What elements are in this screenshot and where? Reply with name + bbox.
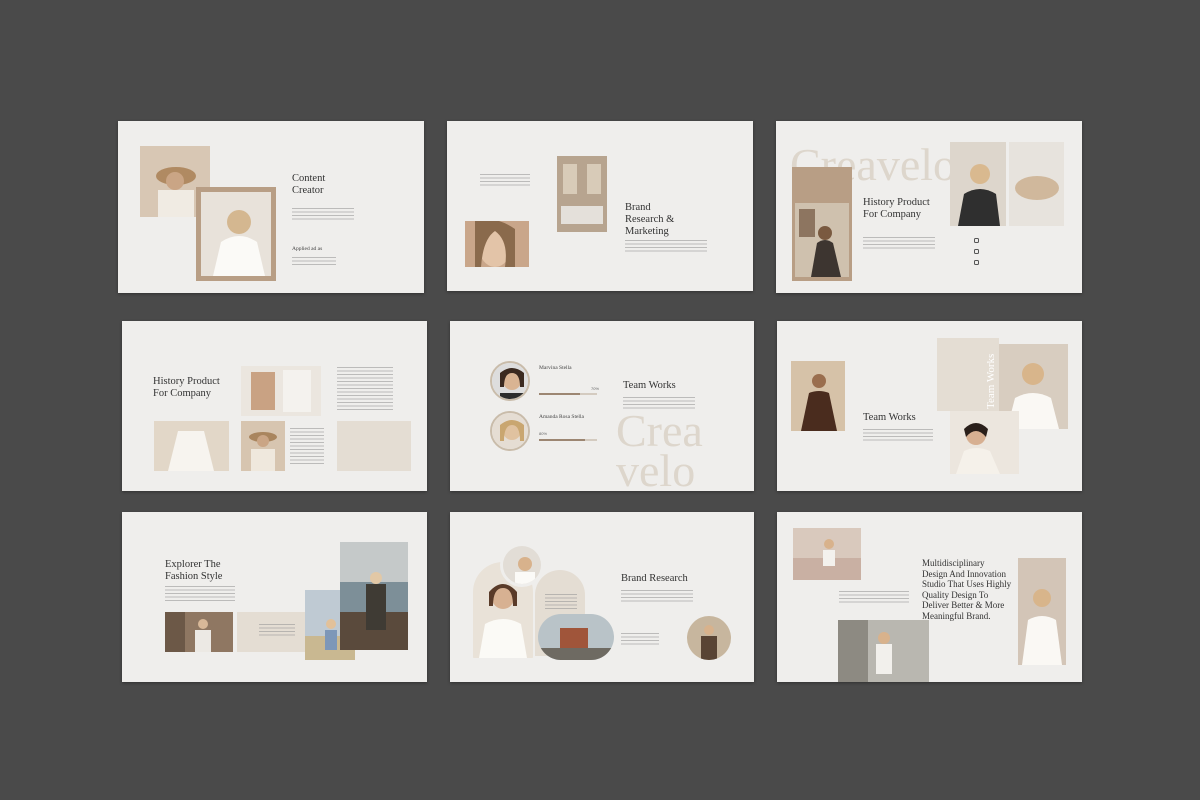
photo-street-woman: [165, 612, 233, 652]
photo-woman-closeup: [465, 221, 529, 267]
avatar: [490, 361, 530, 401]
skill-bar: [539, 393, 597, 395]
contact-icon: [974, 238, 979, 243]
body-text: [839, 591, 909, 605]
slide-5-team-works[interactable]: Crea velo Marvina Stella 70% Amanda Rosa…: [450, 321, 754, 491]
slide-3-history-product[interactable]: Creavelo History Product For Company: [776, 121, 1082, 293]
photo-woman-lying: [1009, 142, 1064, 226]
member-name: Marvina Stella: [539, 365, 572, 371]
photo-interior-room: [557, 156, 607, 232]
body-text: [480, 174, 530, 188]
photo-outfit-flatlay: [241, 366, 321, 416]
slide-title: Team Works: [863, 412, 916, 423]
photo-woman-sitting: [795, 203, 849, 277]
contact-icon: [974, 260, 979, 265]
photo-woman-street: [838, 620, 929, 682]
photo-building: [538, 614, 614, 660]
photo-woman-lake: [340, 542, 408, 650]
photo-woman-steps: [793, 528, 861, 580]
slide-7-explorer-fashion[interactable]: Explorer The Fashion Style: [122, 512, 427, 682]
skill-percent: 80%: [539, 431, 548, 436]
slide-6-team-works[interactable]: Team Works Team Works: [777, 321, 1082, 491]
photo-man-sitting: [791, 361, 845, 431]
watermark-text: Crea velo: [616, 405, 703, 492]
body-text: [290, 428, 324, 466]
body-text: [625, 240, 707, 254]
body-text: [292, 257, 336, 265]
slide-subtitle: Applied ad as: [292, 246, 323, 252]
photo-blonde-woman: [1018, 558, 1066, 665]
slide-title: Team Works: [623, 380, 676, 391]
body-text: [165, 586, 235, 602]
slide-title: Brand Research: [621, 573, 688, 584]
body-text: [863, 429, 933, 441]
slide-title: History Product For Company: [153, 376, 220, 399]
photo-woman-round: [500, 543, 544, 587]
body-text: [259, 624, 295, 636]
slide-title: Explorer The Fashion Style: [165, 559, 223, 582]
body-text: [863, 237, 935, 251]
photo-woman-round: [687, 616, 731, 660]
vertical-title: Team Works: [985, 353, 997, 409]
body-text: [292, 208, 354, 222]
photo-woman-smiling: [950, 411, 1019, 474]
body-text: [545, 594, 577, 610]
beige-block: [337, 421, 411, 471]
slide-title: Content Creator: [292, 173, 326, 196]
photo-woman-phone: [950, 142, 1006, 226]
slide-8-brand-research[interactable]: Brand Research: [450, 512, 754, 682]
contact-icon: [974, 249, 979, 254]
photo-woman-hat: [241, 421, 285, 471]
slide-1-content-creator[interactable]: Content Creator Applied ad as: [118, 121, 424, 293]
member-name: Amanda Rosa Stella: [539, 414, 584, 420]
avatar: [490, 411, 530, 451]
slide-9-multidisciplinary[interactable]: Multidisciplinary Design And Innovation …: [777, 512, 1082, 682]
slide-title: History Product For Company: [863, 197, 930, 220]
body-text: [621, 590, 693, 604]
body-text: [621, 633, 659, 647]
photo-shirt: [154, 421, 229, 471]
skill-percent: 70%: [591, 386, 600, 391]
slide-title: Multidisciplinary Design And Innovation …: [922, 558, 1012, 621]
body-text: [623, 397, 695, 411]
slide-2-brand-research-marketing[interactable]: Brand Research & Marketing: [447, 121, 753, 291]
photo-blonde-woman: [201, 192, 271, 276]
slide-4-history-product[interactable]: History Product For Company: [122, 321, 427, 491]
slide-title: Brand Research & Marketing: [625, 202, 675, 237]
body-text: [337, 367, 393, 411]
skill-bar: [539, 439, 597, 441]
